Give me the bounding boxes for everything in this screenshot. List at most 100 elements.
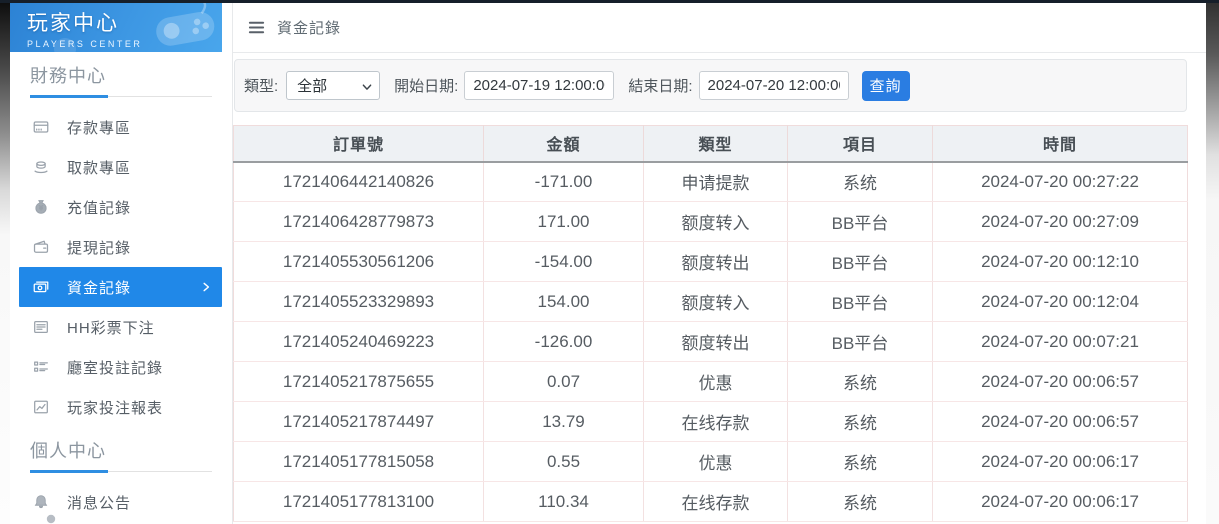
table-body: 1721406442140826-171.00申请提款系统2024-07-20 … — [234, 162, 1188, 522]
cell-amount: 110.34 — [484, 482, 644, 522]
sidebar-section: 財務中心 存款專區 取款專區 ¥ 充值記錄 提現記錄 資金記錄 HH彩票下注 — [10, 62, 232, 427]
banknote-icon — [31, 277, 51, 297]
type-label: 類型: — [244, 75, 278, 96]
column-header: 項目 — [788, 126, 933, 162]
cell-order: 1721405217875655 — [234, 362, 484, 402]
cell-type: 额度转出 — [644, 322, 788, 362]
cell-amount: -154.00 — [484, 242, 644, 282]
cell-amount: -126.00 — [484, 322, 644, 362]
cell-time: 2024-07-20 00:07:21 — [933, 322, 1188, 362]
section-heading: 個人中心 — [30, 437, 232, 463]
table-row: 1721406428779873171.00额度转入BB平台2024-07-20… — [234, 202, 1188, 242]
sidebar-item-deposit-zone[interactable]: 存款專區 — [19, 107, 222, 147]
cell-amount: 13.79 — [484, 402, 644, 442]
type-select-value: 全部 — [297, 75, 327, 96]
cell-type: 申请提款 — [644, 162, 788, 202]
table-row: 1721405240469223-126.00额度转出BB平台2024-07-2… — [234, 322, 1188, 362]
cell-type: 额度转入 — [644, 282, 788, 322]
deposit-card-icon — [31, 117, 51, 137]
gamepad-icon — [150, 0, 219, 52]
window-top-edge — [0, 0, 1219, 3]
sidebar-item-hall-bet-records[interactable]: 廳室投註記錄 — [19, 347, 222, 387]
table-row: 1721405177813100110.34在线存款系统2024-07-20 0… — [234, 482, 1188, 522]
cell-order: 1721405523329893 — [234, 282, 484, 322]
cell-item: 系统 — [788, 482, 933, 522]
page-title: 資金記錄 — [277, 17, 341, 38]
table-row: 17214052178756550.07优惠系统2024-07-20 00:06… — [234, 362, 1188, 402]
funds-table: 訂單號金額類型項目時間 1721406442140826-171.00申请提款系… — [233, 125, 1188, 522]
cell-type: 额度转入 — [644, 202, 788, 242]
chart-icon — [31, 397, 51, 417]
cell-item: 系统 — [788, 162, 933, 202]
table-row: 172140521787449713.79在线存款系统2024-07-20 00… — [234, 402, 1188, 442]
filter-bar: 類型: 全部 開始日期: 結束日期: 查詢 — [234, 59, 1187, 112]
sidebar-item-withdrawal-records[interactable]: 提現記錄 — [19, 227, 222, 267]
sidebar-item-recharge-records[interactable]: ¥ 充值記錄 — [19, 187, 222, 227]
menu-icon[interactable] — [243, 15, 269, 41]
table-row: 17214051778150580.55优惠系统2024-07-20 00:06… — [234, 442, 1188, 482]
cell-item: BB平台 — [788, 282, 933, 322]
cell-type: 优惠 — [644, 442, 788, 482]
bell-icon — [31, 492, 51, 512]
cell-type: 额度转出 — [644, 242, 788, 282]
cell-type: 在线存款 — [644, 402, 788, 442]
search-button[interactable]: 查詢 — [862, 71, 910, 101]
cell-time: 2024-07-20 00:06:57 — [933, 362, 1188, 402]
page: 玩家中心 PLAYERS CENTER 財務中心 存款專區 — [0, 0, 1219, 524]
cell-order: 1721406442140826 — [234, 162, 484, 202]
sidebar: 玩家中心 PLAYERS CENTER 財務中心 存款專區 — [10, 0, 233, 524]
start-date-input[interactable] — [464, 71, 614, 100]
left-edge-strip — [0, 0, 10, 524]
column-header: 時間 — [933, 126, 1188, 162]
cell-type: 优惠 — [644, 362, 788, 402]
sidebar-item-fund-records[interactable]: 資金記錄 — [19, 267, 222, 307]
table-row: 1721405530561206-154.00额度转出BB平台2024-07-2… — [234, 242, 1188, 282]
tasklist-icon — [31, 357, 51, 377]
end-date-input[interactable] — [699, 71, 849, 100]
wallet-icon — [31, 237, 51, 257]
hand-coins-icon — [31, 157, 51, 177]
cell-time: 2024-07-20 00:12:10 — [933, 242, 1188, 282]
column-header: 訂單號 — [234, 126, 484, 162]
cell-order: 1721405240469223 — [234, 322, 484, 362]
cell-time: 2024-07-20 00:06:17 — [933, 482, 1188, 522]
sidebar-item-hh-lottery-bets[interactable]: HH彩票下注 — [19, 307, 222, 347]
cell-item: BB平台 — [788, 202, 933, 242]
table-row: 1721405523329893154.00额度转入BB平台2024-07-20… — [234, 282, 1188, 322]
main-content: 資金記錄 類型: 全部 開始日期: 結束日期: 查詢 訂單號金額類型項目時間 1… — [233, 0, 1206, 524]
cell-item: 系统 — [788, 362, 933, 402]
start-date-label: 開始日期: — [394, 75, 458, 96]
list-icon — [31, 317, 51, 337]
topbar: 資金記錄 — [233, 3, 1206, 53]
cell-item: BB平台 — [788, 322, 933, 362]
svg-text:¥: ¥ — [39, 205, 43, 212]
cell-order: 1721406428779873 — [234, 202, 484, 242]
column-header: 金額 — [484, 126, 644, 162]
cell-type: 在线存款 — [644, 482, 788, 522]
type-select[interactable]: 全部 — [286, 71, 380, 100]
profile-icon[interactable] — [41, 513, 61, 524]
cell-amount: -171.00 — [484, 162, 644, 202]
section-divider — [30, 95, 212, 98]
column-header: 類型 — [644, 126, 788, 162]
sidebar-section: 個人中心 消息公告 — [10, 437, 232, 522]
cell-time: 2024-07-20 00:06:57 — [933, 402, 1188, 442]
cell-amount: 0.55 — [484, 442, 644, 482]
brand-header: 玩家中心 PLAYERS CENTER — [10, 0, 222, 52]
money-bag-icon: ¥ — [31, 197, 51, 217]
cell-time: 2024-07-20 00:27:22 — [933, 162, 1188, 202]
cell-order: 1721405177815058 — [234, 442, 484, 482]
cell-amount: 154.00 — [484, 282, 644, 322]
cell-item: 系统 — [788, 442, 933, 482]
cell-order: 1721405530561206 — [234, 242, 484, 282]
chevron-down-icon — [361, 80, 373, 97]
sidebar-item-player-bet-report[interactable]: 玩家投注報表 — [19, 387, 222, 427]
cell-amount: 0.07 — [484, 362, 644, 402]
table-header-row: 訂單號金額類型項目時間 — [234, 126, 1188, 162]
right-edge-strip — [1206, 0, 1219, 524]
sidebar-item-withdraw-zone[interactable]: 取款專區 — [19, 147, 222, 187]
cell-time: 2024-07-20 00:12:04 — [933, 282, 1188, 322]
end-date-label: 結束日期: — [628, 75, 692, 96]
cell-time: 2024-07-20 00:06:17 — [933, 442, 1188, 482]
cell-order: 1721405177813100 — [234, 482, 484, 522]
